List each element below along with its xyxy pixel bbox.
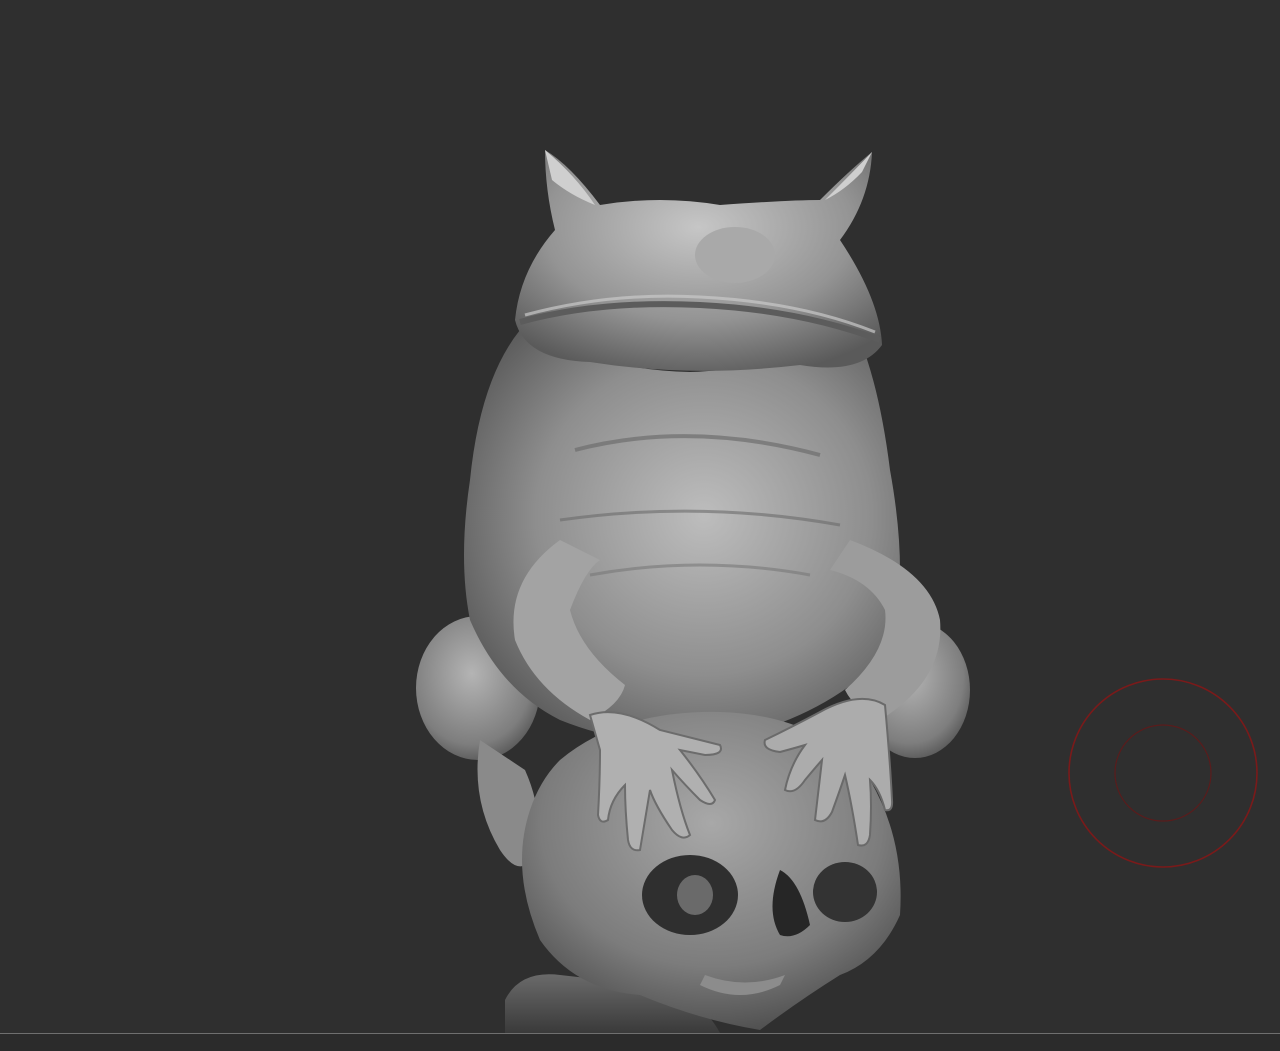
- right-eye-bump: [695, 227, 775, 283]
- skull-right-eye-socket: [813, 862, 877, 922]
- sculpt-viewport[interactable]: [0, 0, 1280, 1051]
- brush-cursor: [1068, 678, 1258, 868]
- torso: [464, 330, 900, 743]
- brush-outer-ring: [1068, 678, 1258, 868]
- skull-left-eye-inner: [677, 875, 713, 915]
- frog-skull-sculpt-model[interactable]: [0, 0, 1280, 1051]
- bottom-strip: [0, 1034, 1280, 1051]
- brush-inner-ring: [1114, 724, 1212, 822]
